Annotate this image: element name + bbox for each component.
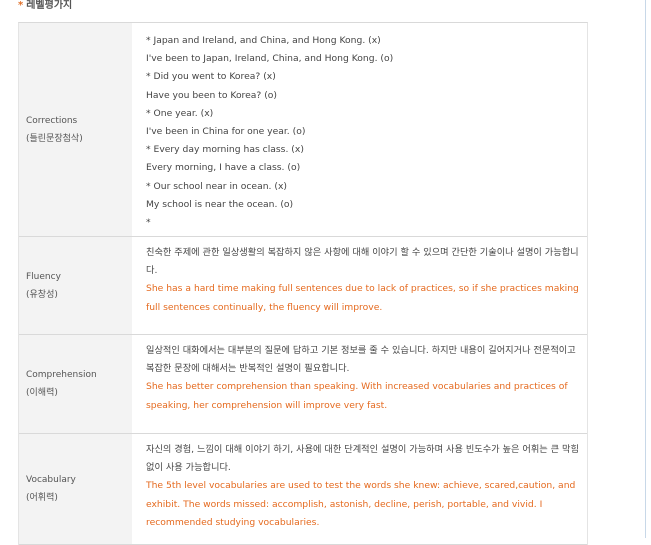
label-corrections-en: Corrections [26, 115, 78, 126]
correction-line: * Japan and Ireland, and China, and Hong… [146, 35, 381, 46]
row-corrections: Corrections (틀린문장첨삭) * Japan and Ireland… [19, 23, 587, 237]
section-heading: * 레벨평가지 [18, 0, 72, 11]
label-comprehension-ko: (이해력) [26, 388, 58, 398]
comprehension-feedback: She has better comprehension than speaki… [146, 381, 568, 411]
label-corrections: Corrections (틀린문장첨삭) [19, 23, 132, 236]
fluency-description: 친숙한 주제에 관한 일상생활의 복잡하지 않은 사항에 대해 이야기 할 수 … [146, 247, 579, 277]
correction-line: * One year. (x) [146, 107, 214, 119]
level-evaluation-table: Corrections (틀린문장첨삭) * Japan and Ireland… [18, 22, 588, 545]
row-fluency: Fluency (유창성) 친숙한 주제에 관한 일상생활의 복잡하지 않은 사… [19, 237, 587, 335]
correction-line: I've been in China for one year. (o) [146, 126, 306, 138]
vocabulary-description: 자신의 경험, 느낌이 대해 이야기 하기, 사용에 대한 단계적인 설명이 가… [146, 444, 579, 474]
label-comprehension: Comprehension (이해력) [19, 335, 132, 433]
vocabulary-content: 자신의 경험, 느낌이 대해 이야기 하기, 사용에 대한 단계적인 설명이 가… [132, 434, 587, 544]
correction-line: * Every day morning has class. (x) [146, 144, 304, 156]
correction-line: * Our school near in ocean. (x) [146, 180, 287, 192]
corrections-content: * Japan and Ireland, and China, and Hong… [132, 23, 587, 236]
label-vocabulary-ko: (어휘력) [26, 493, 58, 503]
vocabulary-feedback: The 5th level vocabularies are used to t… [146, 480, 576, 528]
label-fluency-en: Fluency [26, 271, 61, 282]
fluency-feedback: She has a hard time making full sentence… [146, 283, 579, 313]
correction-line: * [146, 217, 151, 229]
label-vocabulary: Vocabulary (어휘력) [19, 434, 132, 544]
row-vocabulary: Vocabulary (어휘력) 자신의 경험, 느낌이 대해 이야기 하기, … [19, 434, 587, 545]
heading-bullet: * [18, 0, 24, 11]
label-comprehension-en: Comprehension [26, 370, 97, 380]
correction-line: * Did you went to Korea? (x) [146, 71, 276, 83]
comprehension-content: 일상적인 대화에서는 대부분의 질문에 답하고 기본 정보를 줄 수 있습니다.… [132, 335, 587, 433]
row-comprehension: Comprehension (이해력) 일상적인 대화에서는 대부분의 질문에 … [19, 335, 587, 434]
label-corrections-ko: (틀린문장첨삭) [26, 133, 83, 144]
label-fluency-ko: (유창성) [26, 289, 58, 300]
section-heading-text: 레벨평가지 [26, 0, 73, 11]
comprehension-description: 일상적인 대화에서는 대부분의 질문에 답하고 기본 정보를 줄 수 있습니다.… [146, 345, 576, 375]
label-vocabulary-en: Vocabulary [26, 475, 76, 485]
correction-line: Every morning, I have a class. (o) [146, 162, 301, 174]
correction-line: Have you been to Korea? (o) [146, 89, 278, 101]
label-fluency: Fluency (유창성) [19, 237, 132, 334]
panel-right-border [645, 0, 646, 538]
correction-line: I've been to Japan, Ireland, China, and … [146, 53, 394, 65]
correction-line: My school is near the ocean. (o) [146, 198, 294, 210]
fluency-content: 친숙한 주제에 관한 일상생활의 복잡하지 않은 사항에 대해 이야기 할 수 … [132, 237, 587, 334]
